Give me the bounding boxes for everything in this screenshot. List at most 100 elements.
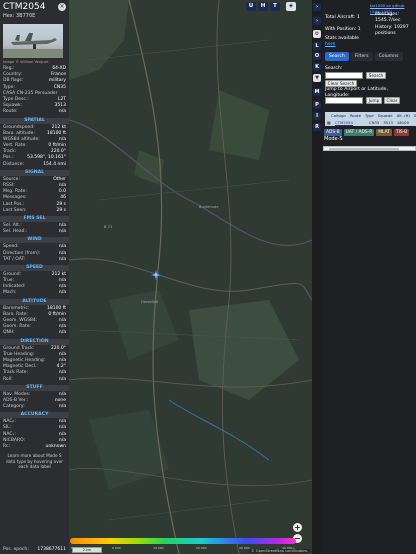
fms-value: n/a [58,229,66,235]
scale-label: 30 000 [239,546,250,550]
panel-tabs: Search Filters Columns [325,52,403,61]
filter-icon[interactable]: ▼ [313,74,321,82]
fms-row: Sel. Head.: n/a [0,229,69,235]
aircraft-details-panel: CTM2054 Hex: 3B770E × Image © William Ve… [0,0,69,554]
spatial-row: Distance: 154.4 nmi [0,162,69,168]
side-button-o[interactable]: O [313,52,321,60]
side-button-r[interactable]: R [313,123,321,131]
fms-label: Sel. Head.: [3,229,28,235]
section-stuff: STUFF [0,384,69,391]
tab-search[interactable]: Search [325,52,349,61]
expand-arrow-icon[interactable]: › [313,17,321,25]
speed-label: Mach: [3,290,17,296]
row-type: CN35 [368,120,380,125]
row-route [355,119,367,126]
spatial-label: Distance: [3,161,25,167]
aircraft-list-panel: tar1090 on github (3.14.1352) Total Airc… [322,0,416,554]
row-callsign[interactable]: CTM2054 [333,119,355,126]
close-icon[interactable]: × [58,3,66,11]
altitude-value: n/a [58,330,66,336]
badge-mode-s: Mode-S [324,136,343,142]
pos-epoch-value: 1738677611 [37,546,66,552]
hex-code: Hex: 3B770E [3,13,36,19]
stuff-info: Nav. Modes: n/a ADS-B Ver.: none Category: n/… [0,392,69,411]
settings-icon[interactable]: ⚙ [313,30,321,38]
altitude-info: Barometric: 18100 ft Baro. Rate: 0 ft/min Ge… [0,306,69,337]
stuff-label: Category: [3,404,25,410]
badge-uat: UAT / ADS-R [343,129,375,136]
clear-search-button[interactable]: Clear Search [325,80,357,87]
col-callsign[interactable]: Callsign [329,112,348,119]
stats-link[interactable]: here [325,42,335,48]
basic-value: n/a [58,109,66,115]
altitude-label: QNH: [3,330,15,336]
badge-adsb: ADS-B [324,129,342,136]
map-button-h[interactable]: H [258,2,268,11]
search-input[interactable] [325,72,363,79]
layers-icon[interactable]: ◈ [286,2,296,11]
col-route[interactable]: Route [348,112,363,119]
direction-value: n/a [58,376,66,382]
jump-button[interactable]: Jump [366,97,382,104]
aircraft-photo[interactable] [3,24,63,58]
tab-columns[interactable]: Columns [374,52,403,61]
altitude-color-scale [70,538,296,544]
table-scrollbar[interactable] [323,146,416,151]
side-button-m[interactable]: M [313,88,321,96]
section-direction: DIRECTION [0,338,69,345]
speed-value: n/a [58,290,66,296]
altitude-row: QNH: n/a [0,330,69,336]
badge-mlat: MLAT [376,129,392,136]
accuracy-info: NACₚ: n/a SIL: n/a NACᵥ: n/a NICBARO: n/a Rc: unk… [0,419,69,450]
map-tiles [69,0,312,554]
col-altitude[interactable]: Alt. (ft) [395,112,412,119]
section-wind: WIND [0,237,69,244]
col-squawk[interactable]: Squawk [376,112,395,119]
stats-available: Stats available [325,36,359,41]
scrollbar-thumb[interactable] [329,148,399,150]
table-row[interactable]: ▦ CTM2054 CN35 3513 18100 [325,119,416,126]
wind-row: TAT / OAT: n/a [0,257,69,263]
signal-info: Source: Other RSSI: n/a Msg. Rate: 0.0 Message… [0,177,69,214]
side-button-k[interactable]: K [313,63,321,71]
spatial-value: 154.4 nmi [43,161,66,167]
map-button-u[interactable]: U [246,2,256,11]
app-root: CTM2054 Hex: 3B770E × Image © William Ve… [0,0,416,554]
section-fms: FMS SEL [0,215,69,222]
aircraft-marker-icon[interactable] [150,269,162,281]
side-button-i[interactable]: I [313,112,321,120]
pos-epoch-label: Pos. epoch: [3,546,29,552]
search-button[interactable]: Search [366,72,386,79]
col-speed[interactable]: Sp [412,112,416,119]
zoom-in-button[interactable]: + [293,523,302,532]
map-attribution[interactable]: © OpenStreetMap contributors. [249,549,310,553]
basic-label: Route: [3,109,18,115]
direction-row: Roll: n/a [0,377,69,383]
total-aircraft: Total Aircraft: 1 [325,15,360,20]
tab-filters[interactable]: Filters [350,52,373,61]
basic-row: Route: n/a [0,109,69,115]
wind-value: n/a [58,256,66,262]
flag-icon: ▦ [327,120,331,125]
row-altitude: 18100 [396,120,410,125]
accuracy-value: unknown [45,444,66,449]
section-signal: SIGNAL [0,169,69,176]
side-button-p[interactable]: P [313,101,321,109]
side-button-l[interactable]: L [313,42,321,50]
map-button-t[interactable]: T [270,2,280,11]
clear-jump-button[interactable]: Clear [384,97,400,104]
toggle-strip: › › ⚙ L O K ▼ M P I R [312,0,322,554]
history-label: History: 19297 [375,25,409,30]
jump-input[interactable] [325,97,363,104]
wind-info: Speed: n/a Direction (from): n/a TAT / OAT: n… [0,244,69,263]
map-view[interactable]: B 73 Buxtehude Harsefeld U H T ◈ + − 6 0… [69,0,312,554]
stuff-row: Category: n/a [0,404,69,410]
collapse-arrow-icon[interactable]: › [313,3,321,11]
section-altitude: ALTITUDE [0,298,69,305]
details-header: CTM2054 Hex: 3B770E × [0,0,69,22]
speed-row: Mach: n/a [0,290,69,296]
messages-value: 1545.7/sec [375,18,401,23]
accuracy-label: Rc: [3,444,11,449]
col-type[interactable]: Type [363,112,376,119]
badge-tisb: TIS-B [393,129,410,136]
